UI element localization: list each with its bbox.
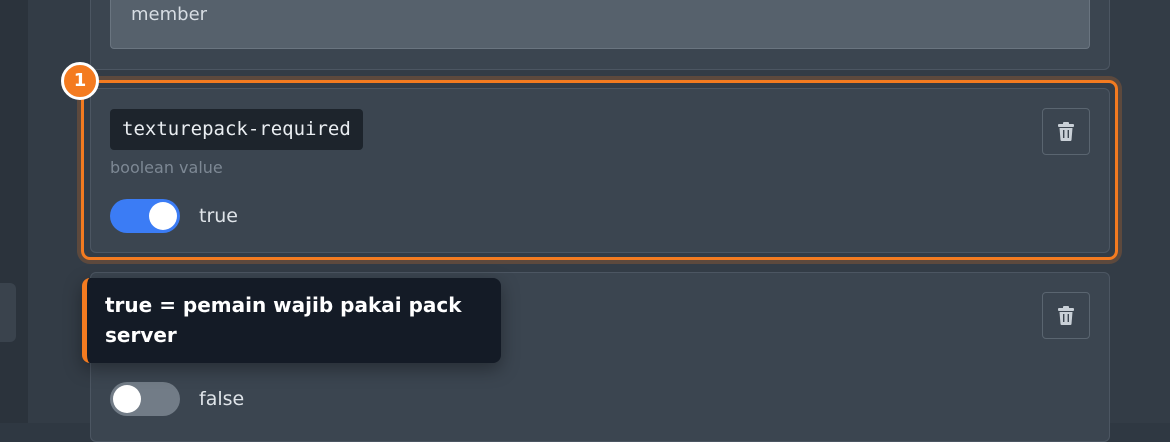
left-sidebar [0, 0, 28, 423]
property-value-input[interactable]: member [110, 0, 1090, 49]
tutorial-tooltip: true = pemain wajib pakai pack server [82, 278, 501, 363]
delete-property-button-next[interactable] [1042, 292, 1090, 339]
boolean-toggle[interactable] [110, 199, 180, 233]
delete-property-button[interactable] [1042, 108, 1090, 155]
trash-icon [1058, 122, 1074, 141]
boolean-toggle-next[interactable] [110, 382, 180, 416]
sidebar-collapse-handle[interactable] [0, 283, 16, 342]
tutorial-step-badge: 1 [61, 62, 99, 100]
property-type-description: boolean value [110, 158, 223, 177]
property-key-chip: texturepack-required [110, 109, 363, 150]
trash-icon [1058, 306, 1074, 325]
toggle-knob [113, 385, 141, 413]
toggle-state-label: true [199, 205, 238, 227]
toggle-knob [149, 202, 177, 230]
toggle-state-label-next: false [199, 388, 245, 410]
